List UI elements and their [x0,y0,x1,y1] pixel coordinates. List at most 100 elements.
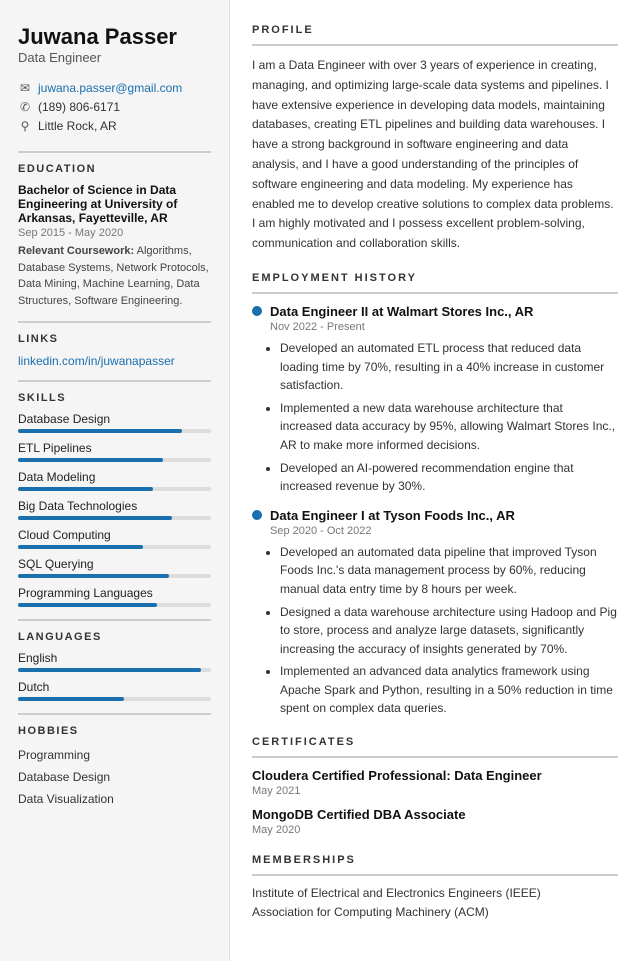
location-icon: ⚲ [18,119,32,133]
skill-item: Data Modeling [18,470,211,491]
job-bullets: Developed an automated data pipeline tha… [280,543,618,718]
phone-text: (189) 806-6171 [38,100,120,114]
job-title: Data Engineer II at Walmart Stores Inc.,… [252,304,618,319]
links-section-title: LINKS [18,333,211,345]
job-entry: Data Engineer II at Walmart Stores Inc.,… [252,304,618,496]
skill-bar-bg [18,487,211,491]
email-icon: ✉ [18,81,32,95]
skill-label: Data Modeling [18,470,211,484]
bullet-item: Designed a data warehouse architecture u… [280,603,618,659]
skill-bar-bg [18,574,211,578]
skill-item: Programming Languages [18,586,211,607]
certificates-divider [252,756,618,758]
skill-item: ETL Pipelines [18,441,211,462]
links-divider [18,321,211,323]
skills-list: Database Design ETL Pipelines Data Model… [18,412,211,607]
employment-divider [252,292,618,294]
memberships-section-title: MEMBERSHIPS [252,854,618,866]
profile-text: I am a Data Engineer with over 3 years o… [252,56,618,254]
languages-divider [18,619,211,621]
hobby-item: Programming [18,745,211,767]
skills-section-title: SKILLS [18,392,211,404]
hobby-item: Data Visualization [18,789,211,811]
edu-degree: Bachelor of Science in Data Engineering … [18,183,211,225]
skill-item: Cloud Computing [18,528,211,549]
hobbies-section-title: HOBBIES [18,725,211,737]
skill-label: Big Data Technologies [18,499,211,513]
employment-section-title: EMPLOYMENT HISTORY [252,272,618,284]
skill-bar-fill [18,487,153,491]
skill-item: Big Data Technologies [18,499,211,520]
job-dates: Nov 2022 - Present [270,321,618,333]
sidebar-contact: ✉ juwana.passer@gmail.com ✆ (189) 806-61… [18,81,211,133]
contact-email-item: ✉ juwana.passer@gmail.com [18,81,211,95]
cert-date: May 2020 [252,824,618,836]
lang-bar-bg [18,668,211,672]
bullet-item: Developed an automated data pipeline tha… [280,543,618,599]
skill-bar-fill [18,574,169,578]
memberships-list: Institute of Electrical and Electronics … [252,886,618,919]
skill-bar-fill [18,458,163,462]
language-item: Dutch [18,680,211,701]
cert-name: MongoDB Certified DBA Associate [252,807,618,822]
profile-section-title: PROFILE [252,24,618,36]
contact-phone-item: ✆ (189) 806-6171 [18,100,211,114]
coursework-label: Relevant Coursework: [18,245,134,257]
skill-bar-fill [18,516,172,520]
certificate-item: Cloudera Certified Professional: Data En… [252,768,618,797]
bullet-item: Implemented a new data warehouse archite… [280,399,618,455]
bullet-item: Developed an AI-powered recommendation e… [280,459,618,496]
skill-bar-bg [18,429,211,433]
skill-label: Database Design [18,412,211,426]
hobby-item: Database Design [18,767,211,789]
linkedin-link-item: linkedin.com/in/juwanapasser [18,353,211,368]
skill-bar-fill [18,603,157,607]
main-content: PROFILE I am a Data Engineer with over 3… [230,0,640,961]
language-label: Dutch [18,680,211,694]
linkedin-link[interactable]: linkedin.com/in/juwanapasser [18,354,175,368]
cert-name: Cloudera Certified Professional: Data En… [252,768,618,783]
membership-item: Institute of Electrical and Electronics … [252,886,618,900]
skills-divider [18,380,211,382]
email-link[interactable]: juwana.passer@gmail.com [38,81,182,95]
languages-section-title: LANGUAGES [18,631,211,643]
employment-list: Data Engineer II at Walmart Stores Inc.,… [252,304,618,718]
edu-section-title: EDUCATION [18,163,211,175]
language-item: English [18,651,211,672]
skill-bar-bg [18,458,211,462]
location-text: Little Rock, AR [38,119,117,133]
edu-coursework: Relevant Coursework: Algorithms, Databas… [18,243,211,309]
language-label: English [18,651,211,665]
employment-section: EMPLOYMENT HISTORY Data Engineer II at W… [252,272,618,718]
job-entry: Data Engineer I at Tyson Foods Inc., AR … [252,508,618,718]
certificate-item: MongoDB Certified DBA Associate May 2020 [252,807,618,836]
skill-item: Database Design [18,412,211,433]
lang-bar-fill [18,697,124,701]
bullet-item: Developed an automated ETL process that … [280,339,618,395]
skill-bar-bg [18,516,211,520]
skill-bar-bg [18,603,211,607]
sidebar: Juwana Passer Data Engineer ✉ juwana.pas… [0,0,230,961]
sidebar-job-title: Data Engineer [18,50,211,65]
cert-date: May 2021 [252,785,618,797]
skill-label: Cloud Computing [18,528,211,542]
skill-item: SQL Querying [18,557,211,578]
skill-label: Programming Languages [18,586,211,600]
bullet-item: Implemented an advanced data analytics f… [280,662,618,718]
memberships-section: MEMBERSHIPS Institute of Electrical and … [252,854,618,919]
hobbies-divider [18,713,211,715]
job-dot [252,306,262,316]
certificates-section-title: CERTIFICATES [252,736,618,748]
edu-divider [18,151,211,153]
skill-label: SQL Querying [18,557,211,571]
profile-divider [252,44,618,46]
contact-location-item: ⚲ Little Rock, AR [18,119,211,133]
certificates-list: Cloudera Certified Professional: Data En… [252,768,618,836]
edu-dates: Sep 2015 - May 2020 [18,227,211,239]
skill-bar-bg [18,545,211,549]
job-dot [252,510,262,520]
resume-wrapper: Juwana Passer Data Engineer ✉ juwana.pas… [0,0,640,961]
job-title: Data Engineer I at Tyson Foods Inc., AR [252,508,618,523]
skill-bar-fill [18,545,143,549]
skill-label: ETL Pipelines [18,441,211,455]
